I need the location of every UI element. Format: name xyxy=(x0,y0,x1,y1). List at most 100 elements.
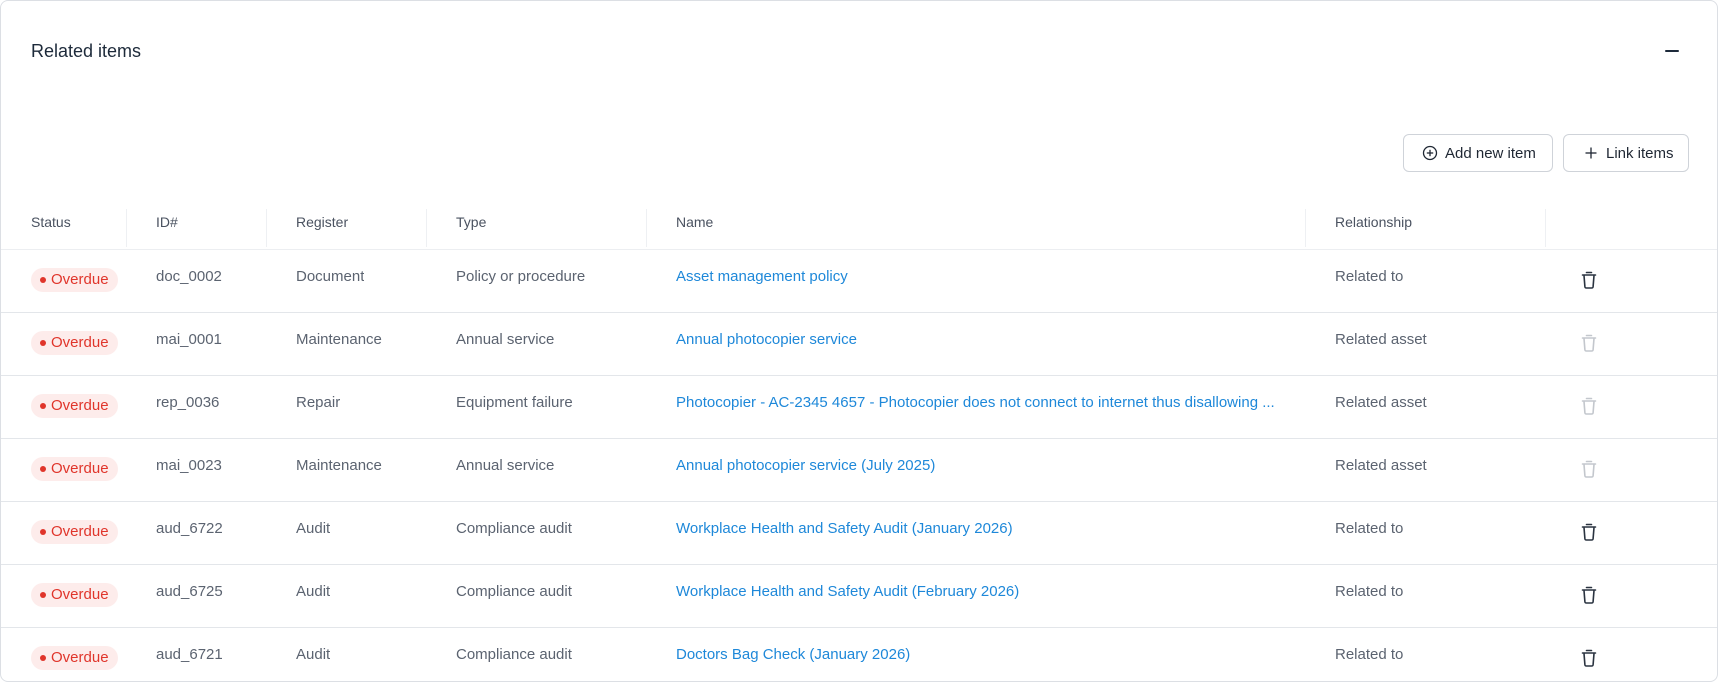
relationship-cell: Related to xyxy=(1335,646,1404,663)
relationship-cell: Related to xyxy=(1335,520,1404,537)
collapse-button[interactable] xyxy=(1663,41,1683,61)
status-badge: Overdue xyxy=(31,583,118,607)
delete-button[interactable] xyxy=(1580,585,1602,607)
status-dot-icon xyxy=(40,403,46,409)
status-dot-icon xyxy=(40,277,46,283)
status-label: Overdue xyxy=(51,460,109,477)
status-badge: Overdue xyxy=(31,394,118,418)
status-dot-icon xyxy=(40,529,46,535)
table-row: Overdue mai_0001 Maintenance Annual service… xyxy=(1,313,1717,376)
status-label: Overdue xyxy=(51,334,109,351)
link-items-label: Link items xyxy=(1606,144,1674,162)
relationship-cell: Related to xyxy=(1335,268,1404,285)
register-cell: Document xyxy=(296,268,365,285)
table-body: Overdue doc_0002 Document Policy or procedu… xyxy=(1,250,1717,681)
status-dot-icon xyxy=(40,340,46,346)
relationship-cell: Related asset xyxy=(1335,394,1427,411)
status-label: Overdue xyxy=(51,649,109,666)
delete-button[interactable] xyxy=(1580,648,1602,670)
type-cell: Equipment failure xyxy=(456,394,573,411)
status-badge: Overdue xyxy=(31,331,118,355)
id-cell: mai_0001 xyxy=(156,331,222,348)
column-header-name[interactable]: Name xyxy=(676,209,713,249)
add-new-item-label: Add new item xyxy=(1445,144,1536,162)
add-new-item-button[interactable]: Add new item xyxy=(1403,134,1553,172)
register-cell: Audit xyxy=(296,520,331,537)
column-divider xyxy=(266,209,267,247)
item-name-link[interactable]: Photocopier - AC-2345 4657 - Photocopier… xyxy=(676,392,1276,414)
status-label: Overdue xyxy=(51,523,109,540)
register-cell: Repair xyxy=(296,394,341,411)
column-divider xyxy=(646,209,647,247)
id-cell: aud_6722 xyxy=(156,520,223,537)
status-cell: Overdue xyxy=(31,331,118,355)
table-row: Overdue aud_6722 Audit Compliance audit Work… xyxy=(1,502,1717,565)
status-label: Overdue xyxy=(51,586,109,603)
table-header: Status ID# Register Type Name Relationsh… xyxy=(1,209,1717,250)
trash-icon xyxy=(1580,523,1598,544)
id-cell: aud_6721 xyxy=(156,646,223,663)
plus-icon xyxy=(1583,145,1599,161)
register-cell: Audit xyxy=(296,583,331,600)
id-cell: aud_6725 xyxy=(156,583,223,600)
relationship-cell: Related asset xyxy=(1335,457,1427,474)
item-name-link[interactable]: Annual photocopier service xyxy=(676,329,1276,351)
status-dot-icon xyxy=(40,592,46,598)
item-name-link[interactable]: Asset management policy xyxy=(676,266,1276,288)
item-name-link[interactable]: Workplace Health and Safety Audit (Febru… xyxy=(676,581,1276,603)
item-name-link[interactable]: Annual photocopier service (July 2025) xyxy=(676,455,1276,477)
item-name-link[interactable]: Workplace Health and Safety Audit (Janua… xyxy=(676,518,1276,540)
register-cell: Maintenance xyxy=(296,457,382,474)
trash-icon xyxy=(1580,460,1598,481)
status-cell: Overdue xyxy=(31,394,118,418)
column-header-id[interactable]: ID# xyxy=(156,209,178,249)
item-name-link[interactable]: Doctors Bag Check (January 2026) xyxy=(676,644,1276,666)
minus-icon xyxy=(1665,50,1679,52)
register-cell: Audit xyxy=(296,646,331,663)
column-divider xyxy=(1545,209,1546,247)
column-divider xyxy=(1305,209,1306,247)
type-cell: Compliance audit xyxy=(456,646,572,663)
status-dot-icon xyxy=(40,466,46,472)
status-badge: Overdue xyxy=(31,520,118,544)
status-badge: Overdue xyxy=(31,268,118,292)
column-divider xyxy=(426,209,427,247)
trash-icon xyxy=(1580,586,1598,607)
column-header-register[interactable]: Register xyxy=(296,209,348,249)
status-cell: Overdue xyxy=(31,583,118,607)
trash-icon xyxy=(1580,649,1598,670)
trash-icon xyxy=(1580,271,1598,292)
id-cell: rep_0036 xyxy=(156,394,220,411)
register-cell: Maintenance xyxy=(296,331,382,348)
panel-title: Related items xyxy=(31,41,142,61)
table-row: Overdue mai_0023 Maintenance Annual service… xyxy=(1,439,1717,502)
type-cell: Compliance audit xyxy=(456,520,572,537)
table-row: Overdue doc_0002 Document Policy or procedu… xyxy=(1,250,1717,313)
column-header-status[interactable]: Status xyxy=(31,209,71,249)
column-divider xyxy=(126,209,127,247)
delete-button[interactable] xyxy=(1580,270,1602,292)
type-cell: Annual service xyxy=(456,457,555,474)
column-header-type[interactable]: Type xyxy=(456,209,486,249)
table-row: Overdue aud_6721 Audit Compliance audit Doct… xyxy=(1,628,1717,681)
type-cell: Compliance audit xyxy=(456,583,572,600)
delete-button[interactable] xyxy=(1580,333,1602,355)
related-items-panel: Related items Add new item Link items St… xyxy=(0,0,1718,682)
relationship-cell: Related asset xyxy=(1335,331,1427,348)
link-items-button[interactable]: Link items xyxy=(1563,134,1689,172)
relationship-cell: Related to xyxy=(1335,583,1404,600)
delete-button[interactable] xyxy=(1580,396,1602,418)
status-cell: Overdue xyxy=(31,520,118,544)
status-dot-icon xyxy=(40,655,46,661)
related-items-table: Status ID# Register Type Name Relationsh… xyxy=(1,209,1717,681)
status-cell: Overdue xyxy=(31,646,118,670)
id-cell: mai_0023 xyxy=(156,457,222,474)
column-header-relationship[interactable]: Relationship xyxy=(1335,209,1412,249)
delete-button[interactable] xyxy=(1580,522,1602,544)
status-badge: Overdue xyxy=(31,457,118,481)
table-row: Overdue rep_0036 Repair Equipment failure Ph… xyxy=(1,376,1717,439)
status-label: Overdue xyxy=(51,397,109,414)
trash-icon xyxy=(1580,334,1598,355)
delete-button[interactable] xyxy=(1580,459,1602,481)
type-cell: Policy or procedure xyxy=(456,268,586,285)
